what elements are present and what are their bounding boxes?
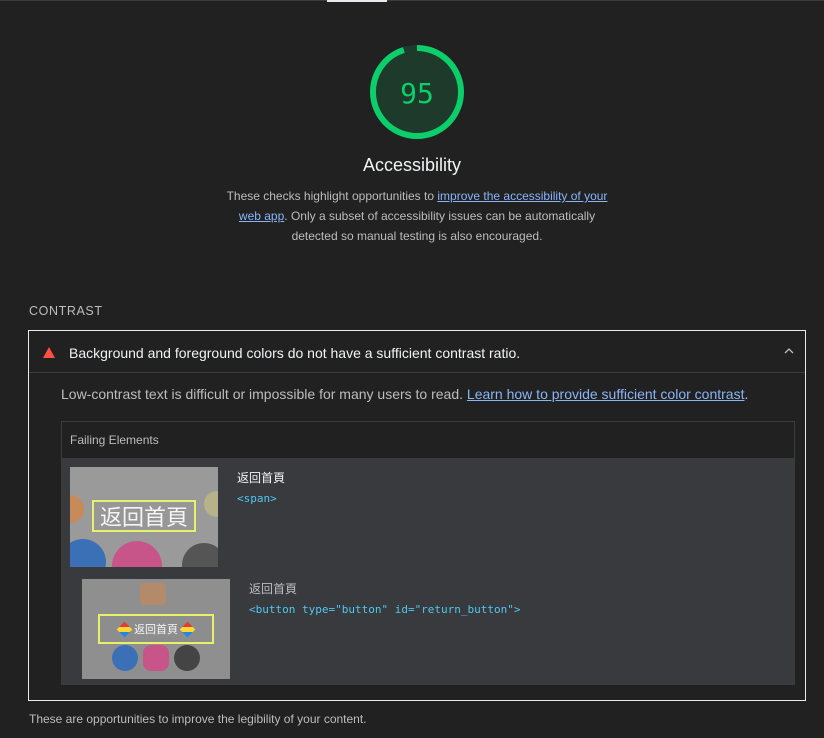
active-tab-indicator	[327, 0, 387, 2]
category-desc-text: These checks highlight opportunities to	[226, 189, 438, 203]
highlighted-element: 返回首頁	[98, 614, 214, 644]
github-icon	[182, 543, 218, 567]
table-row[interactable]: 返回首頁 <button type="button" id="return_bu…	[249, 580, 521, 616]
instagram-icon	[112, 541, 162, 567]
audit-desc-text: Low-contrast text is difficult or imposs…	[61, 386, 467, 402]
audit-description: Low-contrast text is difficult or imposs…	[61, 386, 748, 402]
group-title: CONTRAST	[29, 304, 103, 318]
audit-title: Background and foreground colors do not …	[69, 345, 521, 361]
node-label: 返回首頁	[237, 471, 286, 485]
element-screenshot[interactable]: 返回首頁	[70, 467, 218, 567]
category-desc-text-end: . Only a subset of accessibility issues …	[284, 209, 596, 243]
facebook-icon	[112, 645, 138, 671]
category-title: Accessibility	[362, 155, 462, 175]
cube-icon	[204, 491, 218, 517]
node-label: 返回首頁	[249, 582, 298, 596]
cube-icon	[70, 495, 84, 523]
facebook-icon	[70, 539, 106, 567]
score-gauge[interactable]: 95	[368, 43, 466, 141]
table-header: Failing Elements	[62, 422, 794, 459]
audit-desc-link[interactable]: Learn how to provide sufficient color co…	[467, 386, 745, 402]
audit-desc-text-end: .	[744, 386, 749, 402]
audit-header[interactable]: Background and foreground colors do not …	[29, 331, 805, 373]
table-row[interactable]: 返回首頁 <span>	[237, 469, 285, 505]
instagram-icon	[143, 645, 169, 671]
top-divider	[0, 0, 824, 1]
failing-elements-table: Failing Elements 返回首頁 返回首頁 <span> 返回首頁 返…	[61, 421, 795, 685]
audit-color-contrast: Background and foreground colors do not …	[28, 330, 806, 701]
cube-icon	[140, 583, 166, 605]
highlighted-element-text: 返回首頁	[134, 623, 178, 636]
warning-triangle-icon	[43, 347, 55, 358]
table-header-label: Failing Elements	[70, 433, 159, 447]
cube-icon	[179, 621, 196, 637]
node-snippet: <span>	[237, 492, 277, 505]
category-description: These checks highlight opportunities to …	[224, 186, 610, 246]
score-value: 95	[400, 76, 434, 110]
group-footer: These are opportunities to improve the l…	[29, 712, 367, 726]
highlighted-element: 返回首頁	[92, 500, 196, 532]
cube-icon	[116, 621, 133, 637]
github-icon	[174, 645, 200, 671]
chevron-up-icon[interactable]	[783, 345, 795, 357]
element-screenshot[interactable]: 返回首頁	[82, 579, 230, 679]
node-snippet: <button type="button" id="return_button"…	[249, 603, 521, 616]
